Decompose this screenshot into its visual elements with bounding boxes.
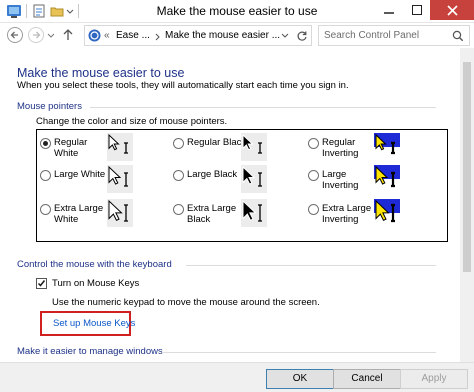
pointer-preview-white-regular-icon [107,133,133,161]
pointer-option-radio[interactable] [40,138,51,149]
set-up-mouse-keys-link[interactable]: Set up Mouse Keys [53,318,135,329]
pointer-option-label[interactable]: Regular Black [187,137,246,148]
pointer-option-label-line: Regular [54,137,88,148]
content-pane: Make the mouse easier to use When you se… [0,48,458,362]
scrollbar-thumb[interactable] [463,62,471,272]
dialog-button-bar: OK Cancel Apply [0,362,474,392]
section-title-windows: Make it easier to manage windows [17,346,163,357]
pointer-scheme-group: Regular White Regular Black Regular Invertin… [36,129,448,242]
pointer-option-label[interactable]: Extra Large Inverting [322,203,371,225]
back-icon[interactable] [6,26,24,44]
section-title-mouse-pointers: Mouse pointers [17,101,82,112]
pointer-option-label-line: Extra Large [187,203,237,214]
pointer-option-label-line: Inverting [322,180,359,191]
mouse-keys-label[interactable]: Turn on Mouse Keys [52,278,139,289]
page-title: Make the mouse easier to use [17,66,185,80]
apply-button[interactable]: Apply [400,369,468,389]
pointer-option-label[interactable]: Large White [54,169,105,180]
pointer-option-radio[interactable] [40,204,51,215]
pointer-option-label[interactable]: Regular White [54,137,87,159]
pointer-option-label-line: Large Black [187,169,238,180]
pointer-option-radio[interactable] [308,204,319,215]
close-icon [446,4,458,16]
pointer-preview-white-large-icon [107,165,133,193]
title-bar: Make the mouse easier to use [0,0,474,23]
up-icon[interactable] [61,26,75,44]
pointer-option-radio[interactable] [40,170,51,181]
pointer-preview-white-xl-icon [107,199,133,227]
pointer-preview-invert-xl-icon [374,199,400,227]
breadcrumb-current[interactable]: Make the mouse easier ... [165,30,280,41]
checkmark-icon [37,280,46,287]
minimize-icon [383,12,394,14]
pointer-option-label-line: Extra Large [322,203,372,214]
pointer-preview-black-large-icon [241,165,267,193]
cancel-button[interactable]: Cancel [333,369,401,389]
pointer-option-label[interactable]: Extra Large Black [187,203,236,225]
breadcrumb-overflow[interactable]: « [104,30,110,41]
pointer-option-label-line: Large [322,169,347,180]
pointer-option-label-line: Black [187,214,211,225]
forward-icon[interactable] [27,26,45,44]
pointer-option-label[interactable]: Extra Large White [54,203,103,225]
search-icon[interactable] [452,30,464,42]
recent-locations-icon[interactable] [46,26,56,44]
pointer-option-radio[interactable] [308,170,319,181]
page-intro: When you select these tools, they will a… [17,80,349,91]
pointer-option-radio[interactable] [173,170,184,181]
chevron-right-icon[interactable] [155,33,161,41]
pointers-instruction: Change the color and size of mouse point… [36,116,228,127]
ok-button[interactable]: OK [266,369,334,389]
pointer-option-label-line: Inverting [322,214,359,225]
pointer-option-label[interactable]: Large Black [187,169,237,180]
close-button[interactable] [430,0,474,20]
search-input[interactable]: Search Control Panel [318,25,470,46]
pointer-preview-invert-regular-icon [374,133,400,161]
minimize-button[interactable] [375,0,402,20]
pointer-option-label[interactable]: Regular Inverting [322,137,358,159]
pointer-option-label-line: Extra Large [54,203,104,214]
pointer-preview-black-regular-icon [241,133,267,161]
section-divider [186,265,436,266]
chevron-down-icon[interactable] [281,33,289,39]
search-placeholder: Search Control Panel [324,30,420,41]
pointer-option-label-line: Regular Black [187,137,247,148]
pointer-option-label-line: White [54,148,79,159]
pointer-option-label[interactable]: Large Inverting [322,169,358,191]
refresh-icon[interactable] [296,30,308,42]
pointer-option-radio[interactable] [173,138,184,149]
pointer-option-radio[interactable] [308,138,319,149]
mouse-keys-hint: Use the numeric keypad to move the mouse… [52,297,320,308]
pointer-option-label-line: Large White [54,169,106,180]
section-title-keyboard: Control the mouse with the keyboard [17,259,172,270]
section-divider [90,107,436,108]
pointer-option-label-line: Regular [322,137,356,148]
pointer-preview-invert-large-icon [374,165,400,193]
pointer-option-label-line: Inverting [322,148,359,159]
section-divider [162,352,436,353]
breadcrumb-ease-of-access[interactable]: Ease ... [116,30,150,41]
pointer-option-label-line: White [54,214,79,225]
maximize-button[interactable] [403,0,430,20]
vertical-scrollbar[interactable] [460,48,474,362]
pointer-preview-black-xl-icon [241,199,267,227]
address-bar[interactable]: « Ease ... Make the mouse easier ... [84,25,312,46]
navigation-bar: « Ease ... Make the mouse easier ... Sea… [0,23,474,48]
maximize-icon [411,5,422,15]
ease-of-access-icon [88,29,101,42]
mouse-keys-checkbox[interactable] [36,278,47,289]
pointer-option-radio[interactable] [173,204,184,215]
